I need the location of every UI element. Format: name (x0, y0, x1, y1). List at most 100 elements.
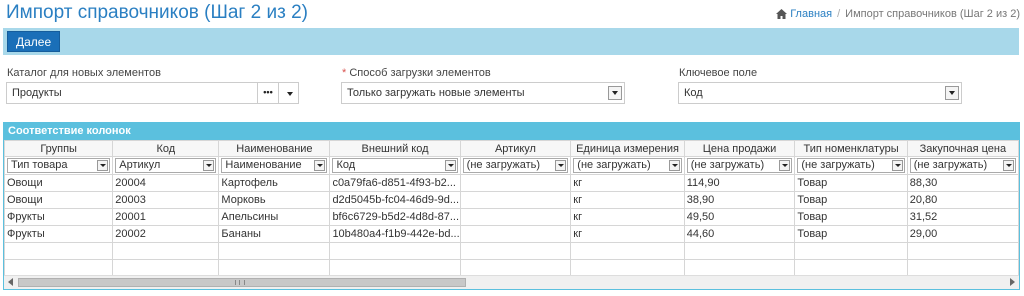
breadcrumb-current: Импорт справочников (Шаг 2 из 2) (845, 8, 1020, 20)
column-header: Закупочная цена (906, 140, 1019, 157)
breadcrumb-separator: / (837, 8, 841, 20)
table-cell: Фрукты (4, 208, 114, 226)
column-mapping-value: Артикул (119, 159, 161, 171)
table-cell: кг (570, 208, 685, 226)
table-cell (112, 259, 220, 276)
table-cell: 20004 (112, 174, 220, 192)
empty-row (4, 259, 1019, 276)
table-cell: Овощи (4, 191, 114, 209)
table-cell: 38,90 (683, 191, 796, 209)
column-mapping-select[interactable]: Наименование (221, 158, 328, 173)
table-cell (459, 225, 572, 243)
table-cell: Товар (794, 191, 908, 209)
table-cell: 10b480a4-f1b9-442e-bd... (329, 225, 461, 243)
catalog-browse-button[interactable]: ••• (257, 82, 279, 104)
column-header: Тип номенклатуры (794, 140, 908, 157)
caret-down-icon (555, 160, 567, 171)
caret-down-icon (314, 160, 326, 171)
table-cell: Фрукты (4, 225, 114, 243)
scroll-right-icon[interactable] (1010, 278, 1015, 286)
column-header: Единица измерения (570, 140, 685, 157)
table-cell: 114,90 (683, 174, 796, 192)
table-cell (459, 191, 572, 209)
table-cell (683, 259, 796, 276)
column-mapping-value: Наименование (225, 159, 302, 171)
table-cell (794, 242, 908, 260)
caret-down-icon (1003, 160, 1014, 171)
table-cell: Бананы (218, 225, 331, 243)
table-cell (329, 259, 461, 276)
table-cell: d2d5045b-fc04-46d9-9d... (329, 191, 461, 209)
header-row: Группы Код Наименование Внешний код Артикул Е… (4, 140, 1019, 157)
column-mapping-select[interactable]: (не загружать) (909, 158, 1016, 173)
table-cell: Картофель (218, 174, 331, 192)
table-cell: 20,80 (906, 191, 1019, 209)
column-mapping-select[interactable]: (не загружать) (573, 158, 682, 173)
scroll-left-icon[interactable] (8, 278, 13, 286)
table-cell: 88,30 (906, 174, 1019, 192)
column-header: Цена продажи (683, 140, 796, 157)
caret-down-icon (779, 160, 791, 171)
toolbar: Далее (3, 28, 1019, 55)
column-mapping-select[interactable]: (не загружать) (686, 158, 793, 173)
table-cell: Товар (794, 225, 908, 243)
table-cell (459, 174, 572, 192)
grip-icon (235, 280, 245, 285)
column-mapping-value: (не загружать) (913, 159, 988, 171)
breadcrumb: Главная / Импорт справочников (Шаг 2 из … (776, 8, 1020, 20)
catalog-input[interactable]: Продукты (6, 82, 258, 104)
panel-title: Соответствие колонок (4, 123, 1019, 140)
column-mapping-value: (не загружать) (690, 159, 765, 171)
empty-row (4, 242, 1019, 260)
table-row[interactable]: Овощи 20003 Морковь d2d5045b-fc04-46d9-9d..… (4, 191, 1019, 209)
home-icon (776, 9, 788, 19)
table-cell: 20002 (112, 225, 220, 243)
table-cell: кг (570, 191, 685, 209)
breadcrumb-home-link[interactable]: Главная (790, 8, 832, 20)
caret-down-icon (891, 160, 903, 171)
column-mapping-select[interactable]: (не загружать) (462, 158, 569, 173)
column-mapping-select[interactable]: Код (332, 158, 458, 173)
table-cell (112, 242, 220, 260)
table-cell: c0a79fa6-d851-4f93-b2... (329, 174, 461, 192)
column-mapping-cell: (не загружать) (906, 156, 1019, 175)
column-header: Код (112, 140, 220, 157)
table-cell (459, 259, 572, 276)
table-cell: Овощи (4, 174, 114, 192)
column-mapping-select[interactable]: Тип товара (7, 158, 111, 173)
column-mapping-panel: Соответствие колонок Группы Код Наименован… (3, 122, 1020, 290)
key-field-value: Код (684, 87, 703, 99)
catalog-dropdown-button[interactable] (278, 82, 299, 104)
table-cell: Апельсины (218, 208, 331, 226)
load-mode-select[interactable]: Только загружать новые элементы (341, 82, 625, 104)
horizontal-scrollbar[interactable] (4, 275, 1019, 289)
scrollbar-thumb[interactable] (18, 278, 466, 287)
table-cell (906, 259, 1019, 276)
table-cell (218, 259, 331, 276)
table-row[interactable]: Фрукты 20001 Апельсины bf6c6729-b5d2-4d8d-8… (4, 208, 1019, 226)
column-mapping-cell: Артикул (112, 156, 220, 175)
table-cell: bf6c6729-b5d2-4d8d-87... (329, 208, 461, 226)
column-mapping-value: (не загружать) (466, 159, 541, 171)
mapping-row: Тип товара Артикул Наименование Код (не загр… (4, 156, 1019, 175)
table-cell: 31,52 (906, 208, 1019, 226)
caret-down-icon (444, 160, 456, 171)
table-row[interactable]: Фрукты 20002 Бананы 10b480a4-f1b9-442e-bd..… (4, 225, 1019, 243)
table-cell (4, 242, 114, 260)
load-mode-value: Только загружать новые элементы (347, 87, 525, 99)
load-mode-label: * Способ загрузки элементов (342, 67, 491, 79)
column-mapping-select[interactable]: Артикул (115, 158, 217, 173)
table-cell: 44,60 (683, 225, 796, 243)
table-row[interactable]: Овощи 20004 Картофель c0a79fa6-d851-4f93-b2… (4, 174, 1019, 192)
table-cell: Морковь (218, 191, 331, 209)
column-mapping-select[interactable]: (не загружать) (797, 158, 905, 173)
column-mapping-grid: Группы Код Наименование Внешний код Артикул Е… (4, 140, 1019, 276)
table-cell (459, 208, 572, 226)
next-button[interactable]: Далее (7, 31, 61, 52)
page-title: Импорт справочников (Шаг 2 из 2) (6, 2, 308, 23)
column-header: Внешний код (329, 140, 461, 157)
key-field-select[interactable]: Код (678, 82, 962, 104)
caret-down-icon (97, 160, 109, 171)
column-mapping-cell: (не загружать) (683, 156, 796, 175)
table-cell: кг (570, 225, 685, 243)
